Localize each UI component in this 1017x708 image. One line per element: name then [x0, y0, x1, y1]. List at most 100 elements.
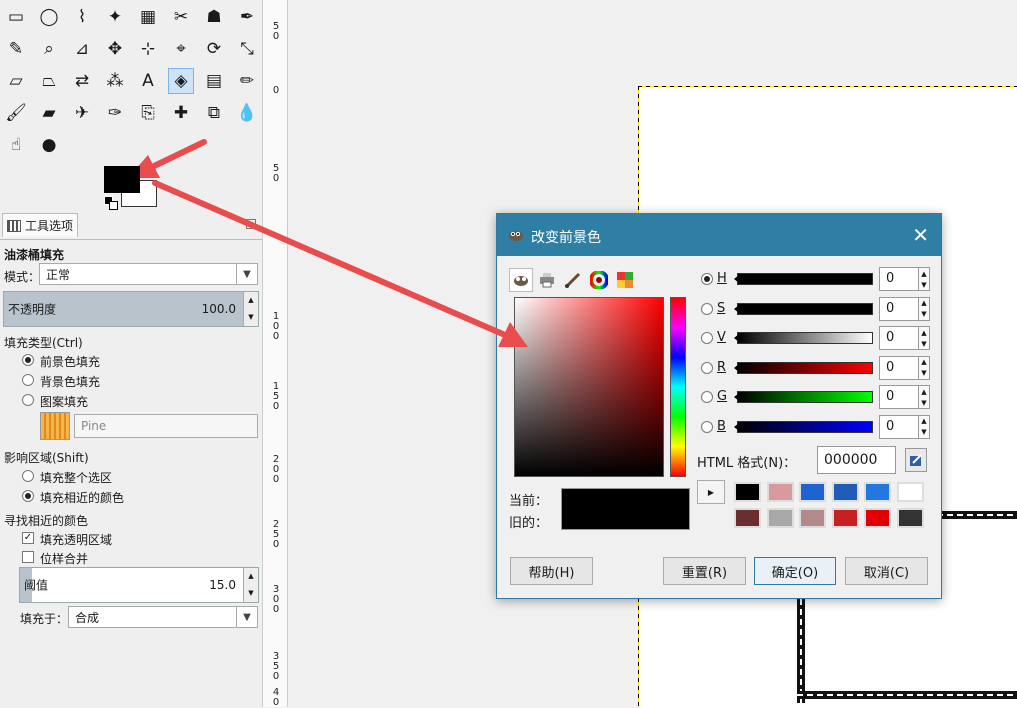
scale-icon[interactable]: ⤡ [234, 36, 260, 62]
pencil-icon[interactable]: ✏ [234, 68, 260, 94]
ok-button[interactable]: 确定(O) [754, 557, 836, 585]
channel-radio-v[interactable] [701, 332, 713, 344]
history-swatch[interactable] [734, 508, 761, 528]
dodge-burn-icon[interactable]: ● [36, 132, 62, 158]
pattern-name-field[interactable]: Pine [74, 414, 258, 438]
history-swatch[interactable] [896, 482, 924, 502]
blur-icon[interactable]: 💧 [234, 100, 260, 126]
history-swatch[interactable] [864, 482, 891, 502]
channel-radio-h[interactable] [701, 273, 713, 285]
channel-spinner[interactable]: ▲ ▼ [919, 355, 930, 380]
history-swatch[interactable] [734, 482, 761, 502]
move-icon[interactable]: ✥ [102, 36, 128, 62]
align-icon[interactable]: ⊹ [135, 36, 161, 62]
channel-slider-r[interactable] [734, 361, 873, 374]
fill-bg-radio[interactable] [22, 374, 34, 386]
text-icon[interactable]: A [135, 68, 161, 94]
heal-icon[interactable]: ✚ [168, 100, 194, 126]
channel-slider-g[interactable] [734, 391, 873, 403]
rect-select-icon[interactable]: ▭ [3, 4, 29, 30]
affect-similar-radio[interactable] [22, 490, 34, 502]
pattern-preview[interactable] [40, 412, 70, 440]
cmyk-selector-tab[interactable] [535, 268, 559, 292]
eraser-icon[interactable]: ▰ [36, 100, 62, 126]
channel-radio-s[interactable] [701, 302, 713, 315]
measure-icon[interactable]: ⊿ [69, 36, 95, 62]
paths-icon[interactable]: ✒ [234, 4, 260, 30]
channel-slider-s[interactable] [734, 302, 873, 315]
channel-value-s[interactable]: 0 [879, 296, 919, 321]
reset-button[interactable]: 重置(R) [663, 557, 746, 585]
bucket-fill-icon[interactable]: ◈ [168, 68, 194, 94]
channel-spinner[interactable]: ▲ ▼ [919, 414, 930, 439]
history-swatch[interactable] [864, 508, 891, 528]
fill-fg-radio[interactable] [22, 354, 34, 366]
channel-value-r[interactable]: 0 [879, 355, 919, 380]
help-button[interactable]: 帮助(H) [510, 557, 593, 585]
history-swatch[interactable] [896, 508, 924, 528]
channel-spinner[interactable]: ▲ ▼ [919, 267, 930, 291]
scissors-select-icon[interactable]: ✂ [168, 4, 194, 30]
channel-slider-v[interactable] [734, 332, 873, 344]
crop-icon[interactable]: ⌖ [168, 36, 194, 62]
cancel-button[interactable]: 取消(C) [845, 557, 928, 585]
blend-icon[interactable]: ▤ [201, 68, 227, 94]
foreground-color-swatch[interactable] [104, 166, 140, 193]
history-swatch[interactable] [766, 508, 794, 528]
fill-by-combo[interactable]: 合成 ▼ [68, 606, 258, 628]
channel-radio-b[interactable] [701, 420, 713, 433]
channel-spinner[interactable]: ▲ ▼ [919, 385, 930, 409]
swap-colors-icon[interactable]: ⤢ [148, 168, 156, 179]
tab-menu-icon[interactable]: ◂ [246, 219, 256, 229]
channel-radio-g[interactable] [701, 391, 713, 403]
channel-slider-h[interactable] [734, 273, 873, 285]
cage-icon[interactable]: ⁂ [102, 68, 128, 94]
channel-value-h[interactable]: 0 [879, 267, 919, 291]
zoom-icon[interactable]: ⌕ [36, 36, 62, 62]
history-swatch[interactable] [766, 482, 794, 502]
saturation-value-picker[interactable] [514, 297, 664, 477]
smudge-icon[interactable]: ☝ [3, 132, 29, 158]
foreground-select-icon[interactable]: ☗ [201, 4, 227, 30]
history-swatch[interactable] [831, 482, 859, 502]
shear-icon[interactable]: ▱ [3, 68, 29, 94]
sample-merged-checkbox[interactable] [22, 551, 34, 563]
history-swatch[interactable] [831, 508, 859, 528]
history-expand-button[interactable]: ▶ [697, 480, 725, 504]
perspective-clone-icon[interactable]: ⧉ [201, 100, 227, 126]
opacity-slider[interactable]: 不透明度 100.0 ▲ ▼ [3, 291, 259, 327]
affect-whole-radio[interactable] [22, 470, 34, 482]
perspective-icon[interactable]: ⏢ [36, 68, 62, 94]
gimp-selector-tab[interactable] [509, 268, 533, 292]
threshold-slider[interactable]: 阈值 15.0 ▲ ▼ [19, 567, 259, 603]
select-by-color-icon[interactable]: ▦ [135, 4, 161, 30]
vertical-ruler[interactable]: 5 0 0 5 0 1 0 0 1 5 0 2 0 0 2 5 0 3 0 0 3 5 0 4 0 [262, 0, 288, 708]
airbrush-icon[interactable]: ✈ [69, 100, 95, 126]
fuzzy-select-icon[interactable]: ✦ [102, 4, 128, 30]
channel-value-g[interactable]: 0 [879, 385, 919, 409]
tab-tool-options[interactable]: 工具选项 [2, 213, 78, 237]
channel-spinner[interactable]: ▲ ▼ [919, 296, 930, 321]
channel-radio-r[interactable] [701, 361, 713, 374]
paintbrush-icon[interactable]: 🖌 [3, 100, 29, 126]
eyedropper-button[interactable] [905, 448, 927, 472]
ink-icon[interactable]: ✑ [102, 100, 128, 126]
history-swatch[interactable] [799, 508, 826, 528]
color-picker-icon[interactable]: ✎ [3, 36, 29, 62]
ellipse-select-icon[interactable]: ◯ [36, 4, 62, 30]
opacity-spinner[interactable]: ▲ ▼ [243, 292, 258, 326]
rotate-icon[interactable]: ⟳ [201, 36, 227, 62]
threshold-spinner[interactable]: ▲ ▼ [243, 568, 258, 602]
history-swatch[interactable] [799, 482, 826, 502]
free-select-icon[interactable]: ⌇ [69, 4, 95, 30]
channel-slider-b[interactable] [734, 420, 873, 433]
dialog-titlebar[interactable]: 改变前景色 ✕ [497, 214, 941, 256]
channel-value-b[interactable]: 0 [879, 414, 919, 439]
clone-icon[interactable]: ⎘ [135, 100, 161, 126]
html-notation-input[interactable]: 000000 [817, 446, 896, 474]
watercolor-selector-tab[interactable] [561, 268, 585, 292]
palette-selector-tab[interactable] [613, 268, 637, 292]
hue-strip[interactable] [670, 297, 686, 477]
fill-pattern-radio[interactable] [22, 394, 34, 406]
wheel-selector-tab[interactable] [587, 268, 611, 292]
